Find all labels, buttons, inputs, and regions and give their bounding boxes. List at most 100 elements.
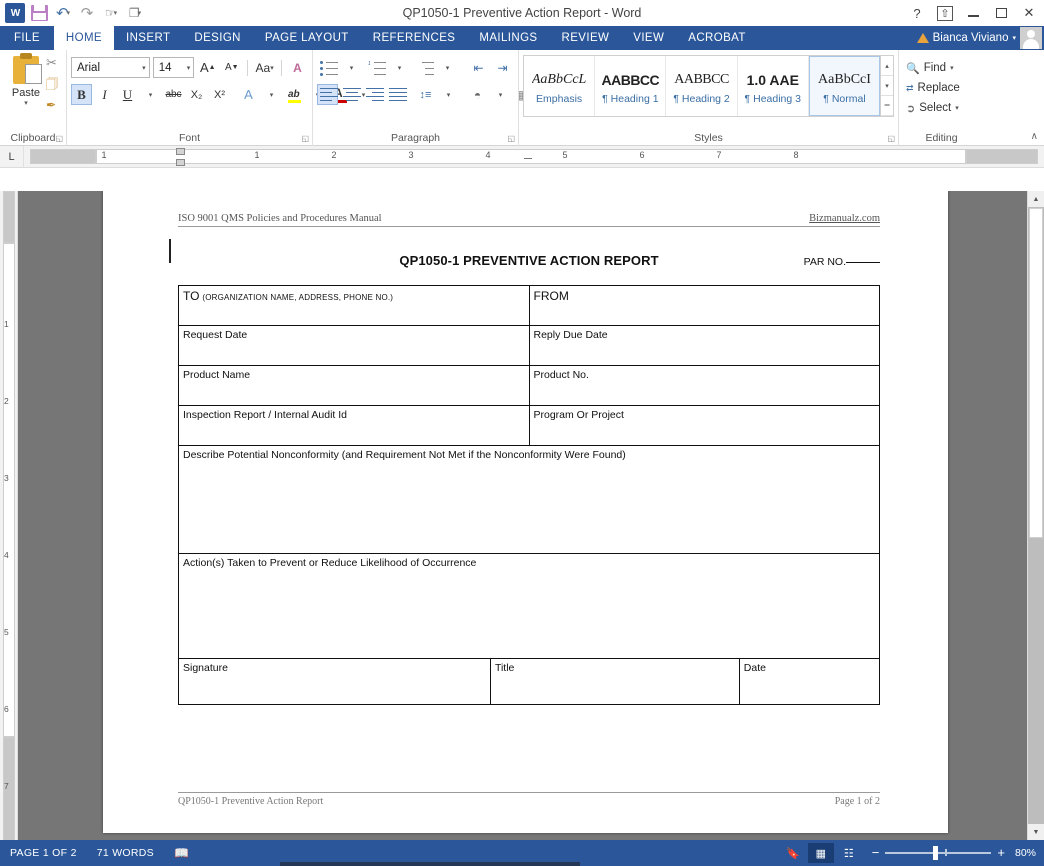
align-left-button[interactable] [317,84,338,105]
tab-view[interactable]: VIEW [621,26,676,50]
tab-insert[interactable]: INSERT [114,26,182,50]
cell-reply-due-date[interactable]: Reply Due Date [528,325,880,366]
zoom-out-button[interactable]: − [872,846,880,859]
align-center-button[interactable] [340,84,361,105]
justify-button[interactable] [386,84,407,105]
superscript-button[interactable]: X² [209,84,230,105]
scroll-down-arrow-icon[interactable]: ▼ [1028,824,1044,840]
cell-inspection-report[interactable]: Inspection Report / Internal Audit Id [178,405,530,446]
cell-request-date[interactable]: Request Date [178,325,530,366]
multilevel-caret-icon[interactable]: ▾ [437,57,458,78]
tab-stop-selector[interactable]: L [0,146,24,167]
subscript-button[interactable]: X₂ [186,84,207,105]
shading-caret-icon[interactable]: ▾ [490,84,511,105]
text-effects-caret-icon[interactable]: ▾ [261,84,282,105]
numbering-caret-icon[interactable]: ▾ [389,57,410,78]
redo-icon[interactable]: ↷ [76,2,98,24]
zoom-in-button[interactable]: + [997,846,1005,859]
change-case-icon[interactable]: Aa ▾ [253,57,276,78]
table-row[interactable]: Request Date Reply Due Date [178,325,880,366]
cell-program-or-project[interactable]: Program Or Project [528,405,880,446]
save-icon[interactable] [28,2,50,24]
web-layout-button[interactable]: ☷ [836,843,862,863]
zoom-thumb[interactable] [933,846,939,861]
grow-font-icon[interactable]: A ▲ [197,57,218,78]
collapse-ribbon-icon[interactable]: ∧ [1031,131,1038,142]
proofing-status-icon[interactable]: 📖 [164,846,199,860]
font-name-combo[interactable]: Arial ▾ [71,57,150,78]
table-row[interactable]: Describe Potential Nonconformity (and Re… [178,445,880,554]
ribbon-display-options-icon[interactable]: ⇧ [932,1,958,25]
strikethrough-button[interactable]: abc [163,84,184,105]
clipboard-dialog-launcher-icon[interactable]: ◱ [55,134,63,143]
styles-dialog-launcher-icon[interactable]: ◱ [887,134,895,143]
status-word-count[interactable]: 71 WORDS [87,847,164,859]
word-logo-icon[interactable]: W [4,2,26,24]
document-page[interactable]: ISO 9001 QMS Policies and Procedures Man… [103,191,948,833]
cell-title[interactable]: Title [489,658,740,705]
cell-date[interactable]: Date [738,658,881,705]
customize-qat-icon[interactable]: ❐ ▾ [124,2,146,24]
document-canvas[interactable]: ISO 9001 QMS Policies and Procedures Man… [18,191,1027,840]
style-normal[interactable]: AaBbCcI ¶ Normal [808,56,881,116]
line-spacing-caret-icon[interactable]: ▾ [438,84,459,105]
bold-button[interactable]: B [71,84,92,105]
help-icon[interactable]: ? [904,1,930,25]
cell-describe-nonconformity[interactable]: Describe Potential Nonconformity (and Re… [178,445,880,554]
horizontal-ruler[interactable]: 1 1 2 3 4 5 6 7 8 [24,146,1044,167]
scrollbar-thumb[interactable] [1029,208,1043,538]
vertical-ruler[interactable]: 1 2 3 4 5 6 7 [0,191,18,840]
styles-scroll-up-icon[interactable]: ▴ [881,56,893,76]
shrink-font-icon[interactable]: A ▼ [221,57,242,78]
scroll-up-arrow-icon[interactable]: ▲ [1028,191,1044,207]
cut-icon[interactable]: ✂ [46,54,64,72]
decrease-indent-icon[interactable]: ⇤ [468,57,489,78]
zoom-level-label[interactable]: 80% [1007,847,1036,859]
styles-more-icon[interactable]: ═ [881,96,893,116]
italic-button[interactable]: I [94,84,115,105]
tab-acrobat[interactable]: ACROBAT [676,26,758,50]
style-heading-1[interactable]: AABBCC ¶ Heading 1 [595,56,667,116]
styles-scroll-down-icon[interactable]: ▾ [881,76,893,96]
increase-indent-icon[interactable]: ⇥ [492,57,513,78]
close-button[interactable]: ✕ [1016,1,1042,25]
tab-references[interactable]: REFERENCES [361,26,468,50]
multilevel-list-icon[interactable] [413,57,434,78]
tab-review[interactable]: REVIEW [550,26,622,50]
table-row[interactable]: Action(s) Taken to Prevent or Reduce Lik… [178,553,880,659]
format-painter-icon[interactable]: ✒ [46,96,64,114]
select-button[interactable]: ➲ Select ▾ [903,98,980,118]
cell-to[interactable]: TO (ORGANIZATION NAME, ADDRESS, PHONE NO… [178,285,530,326]
line-spacing-icon[interactable]: ↕≡ [415,84,436,105]
underline-button[interactable]: U [117,84,138,105]
cell-from[interactable]: FROM [528,285,880,326]
style-heading-2[interactable]: AABBCC ¶ Heading 2 [666,56,738,116]
text-highlight-color-icon[interactable]: ab [284,84,305,105]
zoom-slider[interactable]: − + [872,846,1005,861]
cell-actions-taken[interactable]: Action(s) Taken to Prevent or Reduce Lik… [178,553,880,659]
vertical-scrollbar[interactable]: ▲ ▼ [1027,191,1044,840]
font-dialog-launcher-icon[interactable]: ◱ [301,134,309,143]
zoom-track[interactable] [885,846,992,861]
numbering-icon[interactable]: 1 [365,57,386,78]
clear-formatting-icon[interactable]: A [287,57,308,78]
tab-file[interactable]: FILE [0,26,54,50]
minimize-button[interactable] [960,1,986,25]
table-row[interactable]: TO (ORGANIZATION NAME, ADDRESS, PHONE NO… [178,285,880,326]
tab-home[interactable]: HOME [53,26,114,50]
status-page-indicator[interactable]: PAGE 1 OF 2 [0,847,87,859]
style-emphasis[interactable]: AaBbCcL Emphasis [524,56,596,116]
first-line-indent-marker[interactable] [176,148,185,155]
replace-button[interactable]: ⇄ Replace [903,78,980,98]
cell-product-no[interactable]: Product No. [528,365,880,406]
style-heading-3[interactable]: 1.0 AAE ¶ Heading 3 [737,56,809,116]
tab-page-layout[interactable]: PAGE LAYOUT [253,26,361,50]
print-layout-button[interactable]: ▦ [807,843,834,863]
bullets-caret-icon[interactable]: ▾ [341,57,362,78]
table-row[interactable]: Inspection Report / Internal Audit Id Pr… [178,405,880,446]
align-right-button[interactable] [363,84,384,105]
undo-icon[interactable]: ↶ ▾ [52,2,74,24]
find-button[interactable]: 🔍 Find ▾ [903,58,980,78]
tab-mailings[interactable]: MAILINGS [467,26,549,50]
restore-button[interactable] [988,1,1014,25]
